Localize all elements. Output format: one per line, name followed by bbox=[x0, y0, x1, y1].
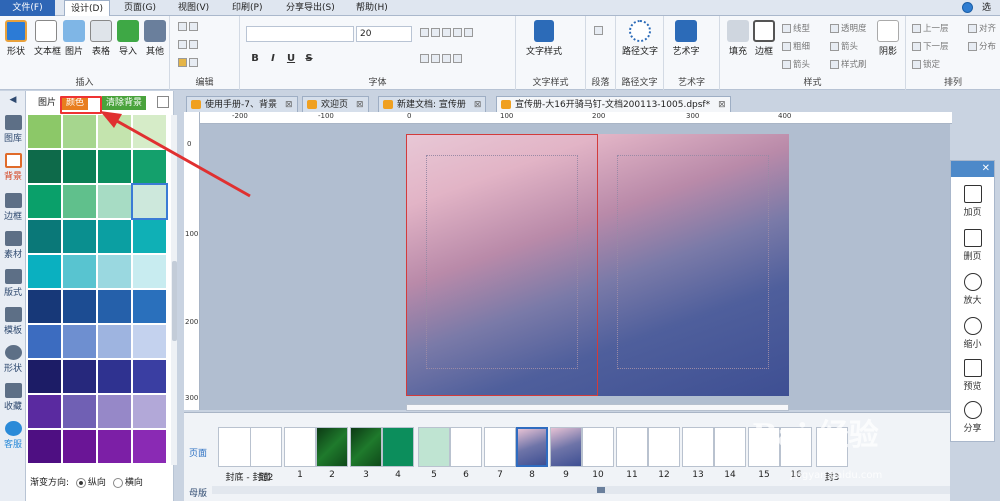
annotation-arrow bbox=[100, 111, 251, 198]
